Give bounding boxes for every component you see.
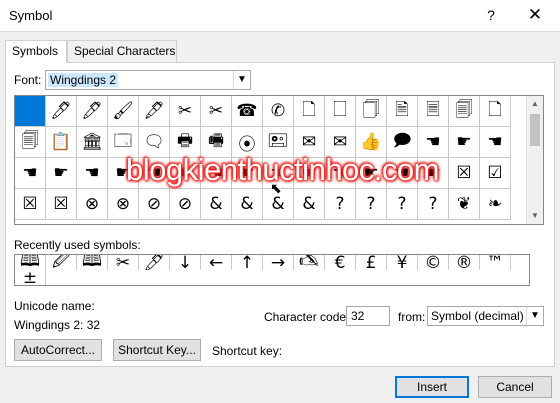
recent-symbols-label: Recently used symbols: — [14, 238, 141, 252]
symbol-grid-scrollbar[interactable]: ▲ ▼ — [526, 96, 543, 224]
unicode-name-value: Wingdings 2: 32 — [14, 318, 101, 332]
symbol-cell[interactable]: 🖌 — [108, 96, 139, 127]
recent-symbol-cell[interactable]: 🖊 — [139, 255, 170, 270]
symbol-cell[interactable]: ⊘ — [139, 189, 170, 220]
close-icon[interactable]: ✕ — [524, 5, 546, 25]
recent-symbol-cell[interactable]: ↑ — [232, 255, 263, 270]
symbol-cell[interactable]: & — [232, 189, 263, 220]
symbol-cell[interactable]: ? — [325, 189, 356, 220]
window-title: Symbol — [9, 8, 53, 23]
recent-symbol-cell[interactable]: ✂ — [108, 255, 139, 270]
tab-special-characters[interactable]: Special Characters — [67, 40, 177, 62]
symbol-cell[interactable]: 🗐 — [449, 96, 480, 127]
scrollbar-thumb[interactable] — [530, 114, 540, 146]
shortcut-key-label: Shortcut key: — [212, 344, 283, 358]
autocorrect-button[interactable]: AutoCorrect... — [14, 339, 102, 361]
tab-symbols[interactable]: Symbols — [5, 40, 67, 63]
symbol-cell[interactable]: 📋 — [46, 127, 77, 158]
symbol-cell[interactable] — [15, 96, 46, 127]
symbol-cell[interactable]: ? — [356, 189, 387, 220]
symbol-cell[interactable]: ⊗ — [77, 189, 108, 220]
recent-symbol-cell[interactable]: 🕮 — [15, 255, 46, 270]
help-button[interactable]: ? — [482, 7, 500, 23]
unicode-name-label: Unicode name: — [14, 299, 95, 313]
recent-symbol-cell[interactable]: £ — [356, 255, 387, 270]
character-code-input[interactable]: 32 — [346, 306, 390, 326]
symbol-cell[interactable]: ✂ — [170, 96, 201, 127]
recent-symbol-cell[interactable]: 🖉 — [46, 255, 77, 270]
symbol-cell[interactable]: ❦ — [449, 189, 480, 220]
symbol-cell[interactable]: ☚ — [15, 158, 46, 189]
symbol-cell[interactable]: ⊗ — [108, 189, 139, 220]
symbol-cell[interactable]: & — [201, 189, 232, 220]
scroll-down-icon[interactable]: ▼ — [527, 208, 543, 224]
symbol-cell[interactable]: 🏛 — [77, 127, 108, 158]
chevron-down-icon[interactable]: ▼ — [526, 307, 543, 325]
scroll-up-icon[interactable]: ▲ — [527, 96, 543, 112]
symbol-cell[interactable]: ☒ — [449, 158, 480, 189]
from-dropdown[interactable]: Symbol (decimal) ▼ — [427, 306, 544, 326]
symbol-cell[interactable]: ? — [387, 189, 418, 220]
symbol-cell[interactable]: 🗍 — [356, 96, 387, 127]
recent-symbol-cell[interactable]: ↓ — [170, 255, 201, 270]
symbol-cell[interactable]: ❧ — [480, 189, 511, 220]
symbol-cell[interactable]: 🖊 — [46, 96, 77, 127]
font-dropdown[interactable]: Wingdings 2 ▼ — [45, 70, 251, 90]
symbol-cell[interactable]: ☑ — [480, 158, 511, 189]
recent-symbol-cell[interactable]: ← — [201, 255, 232, 270]
chevron-down-icon[interactable]: ▼ — [233, 71, 250, 89]
symbol-cell[interactable]: ☛ — [46, 158, 77, 189]
symbol-cell[interactable]: 🖊 — [77, 96, 108, 127]
recent-symbols-row[interactable]: 🕮 🖉 🕮 ✂ 🖊 ↓ ← ↑ → 🖎 € £ ¥ © ® ™ ± — [14, 254, 530, 286]
symbol-cell[interactable]: ☒ — [15, 189, 46, 220]
symbol-cell[interactable]: ⊘ — [170, 189, 201, 220]
recent-symbol-cell[interactable]: 🕮 — [77, 255, 108, 270]
character-code-label: Character code: — [264, 310, 350, 324]
recent-symbol-cell[interactable]: ¥ — [387, 255, 418, 270]
symbol-cell[interactable]: ☒ — [46, 189, 77, 220]
symbol-cell[interactable]: ☎ — [232, 96, 263, 127]
font-label: Font: — [14, 73, 42, 87]
symbol-cell[interactable]: ✂ — [201, 96, 232, 127]
symbol-cell[interactable]: 🗌 — [325, 96, 356, 127]
symbol-cell[interactable]: ☛ — [449, 127, 480, 158]
recent-symbol-cell[interactable]: ® — [449, 255, 480, 270]
recent-symbol-cell[interactable]: 🖎 — [294, 255, 325, 270]
symbol-cell[interactable]: 🖋 — [139, 96, 170, 127]
symbol-cell[interactable]: ☚ — [480, 127, 511, 158]
insert-button[interactable]: Insert — [395, 376, 469, 398]
symbol-cell[interactable]: & — [294, 189, 325, 220]
cancel-button[interactable]: Cancel — [478, 376, 552, 398]
symbol-cell[interactable]: 🗋 — [480, 96, 511, 127]
shortcut-key-button[interactable]: Shortcut Key... — [113, 339, 201, 361]
recent-symbol-cell[interactable]: ™ — [480, 255, 511, 270]
from-dropdown-value: Symbol (decimal) — [431, 309, 524, 323]
symbol-cell[interactable]: ✆ — [263, 96, 294, 127]
title-bar: Symbol ? ✕ — [0, 0, 560, 32]
symbol-cell[interactable]: ☚ — [77, 158, 108, 189]
recent-symbol-cell[interactable]: → — [263, 255, 294, 270]
recent-symbol-cell[interactable]: € — [325, 255, 356, 270]
font-dropdown-value: Wingdings 2 — [48, 73, 119, 87]
symbol-cell[interactable]: 🗎 — [387, 96, 418, 127]
recent-symbol-cell[interactable]: ± — [15, 270, 46, 285]
recent-symbol-cell[interactable]: © — [418, 255, 449, 270]
watermark-text: blogkienthuctinhoc.com — [126, 152, 439, 187]
symbol-cell[interactable]: 🗐 — [15, 127, 46, 158]
mouse-pointer-icon: ⬉ — [270, 180, 282, 196]
symbol-cell[interactable]: 🗏 — [418, 96, 449, 127]
symbol-cell[interactable]: ? — [418, 189, 449, 220]
symbol-cell[interactable]: 🗋 — [294, 96, 325, 127]
from-label: from: — [398, 310, 426, 324]
